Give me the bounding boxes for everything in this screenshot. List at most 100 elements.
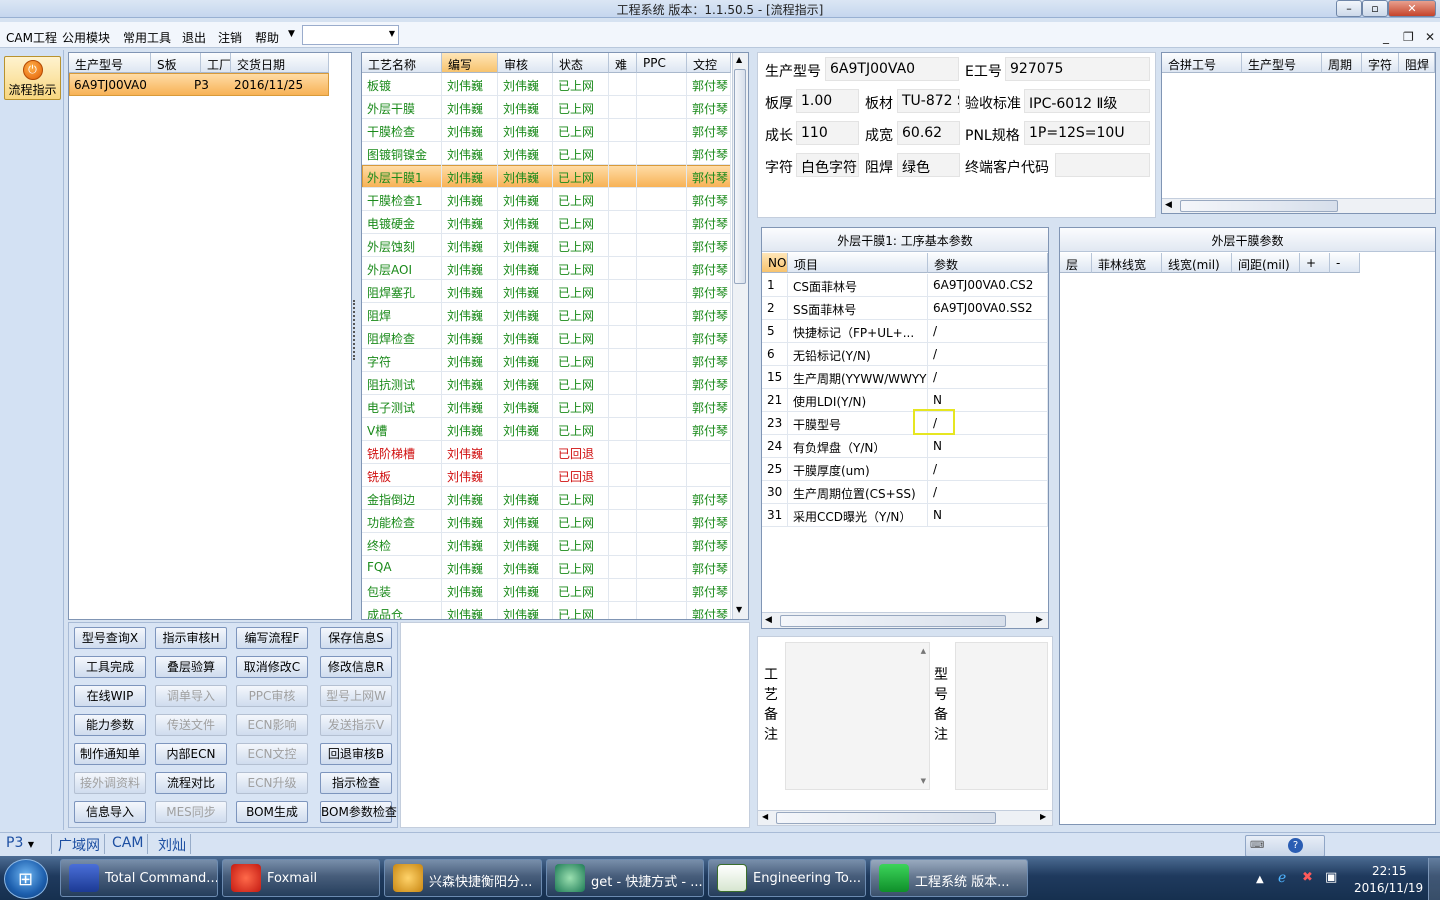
field-pnl[interactable]: 1P=12S=10U [1024, 121, 1150, 145]
close-button[interactable]: ✕ [1388, 0, 1436, 17]
action-button-3-0[interactable]: 能力参数 [74, 714, 146, 736]
param-value[interactable]: / [928, 458, 1048, 481]
arrow-left-icon[interactable]: ◀ [765, 615, 772, 625]
action-button-4-0[interactable]: 制作通知单 [74, 743, 146, 765]
menu-common-tools[interactable]: 常用工具 [123, 29, 171, 46]
action-button-2-3[interactable]: 型号上网W [320, 685, 392, 707]
merge-col-cycle[interactable]: 周期 [1322, 53, 1362, 73]
action-button-3-3[interactable]: 发送指示V [320, 714, 392, 736]
action-button-4-2[interactable]: ECN文控 [236, 743, 308, 765]
action-button-6-2[interactable]: BOM生成 [236, 801, 308, 823]
process-col-ppc[interactable]: PPC [637, 53, 687, 73]
action-button-1-1[interactable]: 叠层验算 [155, 656, 227, 678]
notes-hscroll-thumb[interactable] [776, 812, 996, 824]
flow-guide-button[interactable]: ⏻ 流程指示 [4, 56, 61, 100]
param-value[interactable]: N [928, 389, 1048, 412]
process-col-process[interactable]: 工艺名称 [362, 53, 442, 73]
network-warning-icon[interactable]: ✖ [1302, 870, 1313, 885]
action-button-4-3[interactable]: 回退审核B [320, 743, 392, 765]
action-button-5-0[interactable]: 接外调资料 [74, 772, 146, 794]
order-col-date[interactable]: 交货日期 [231, 53, 329, 73]
mdi-restore-icon[interactable]: ❐ [1403, 30, 1414, 44]
menu-cam[interactable]: CAM工程 [6, 29, 57, 46]
chevron-down-icon[interactable]: ▼ [288, 29, 295, 39]
dryfilm-col-filmwidth[interactable]: 菲林线宽 [1092, 253, 1162, 273]
tray-expand-icon[interactable]: ▲ [1256, 874, 1264, 885]
field-char[interactable]: 白色字符 [796, 153, 859, 177]
menu-exit[interactable]: 退出 [182, 29, 206, 46]
task-xingsen[interactable]: 兴森快捷衡阳分... [384, 859, 542, 897]
help-icon[interactable]: ? [1288, 838, 1303, 853]
param-value[interactable]: / [928, 481, 1048, 504]
field-standard[interactable]: IPC-6012 Ⅱ级 [1024, 89, 1150, 113]
order-col-sboard[interactable]: S板 [151, 53, 201, 73]
merge-hscroll-thumb[interactable] [1180, 200, 1338, 212]
param-value[interactable]: / [928, 320, 1048, 343]
field-length[interactable]: 110 [796, 121, 859, 145]
process-col-status[interactable]: 状态 [553, 53, 609, 73]
action-button-0-2[interactable]: 编写流程F [236, 627, 308, 649]
param-value[interactable]: / [928, 343, 1048, 366]
process-col-writer[interactable]: 编写 [442, 53, 498, 73]
param-value[interactable]: 6A9TJ00VA0.CS2 [928, 274, 1048, 297]
keyboard-icon[interactable]: ⌨ [1250, 840, 1264, 851]
action-button-3-1[interactable]: 传送文件 [155, 714, 227, 736]
action-button-1-3[interactable]: 修改信息R [320, 656, 392, 678]
action-button-2-0[interactable]: 在线WIP [74, 685, 146, 707]
field-width[interactable]: 60.62 [897, 121, 960, 145]
dryfilm-col-layer[interactable]: 层 [1060, 253, 1092, 273]
ie-icon[interactable]: ℯ [1278, 870, 1286, 886]
merge-col-job[interactable]: 合拼工号 [1162, 53, 1242, 73]
param-col-item[interactable]: 项目 [788, 253, 928, 273]
action-button-5-1[interactable]: 流程对比 [155, 772, 227, 794]
action-button-5-2[interactable]: ECN升级 [236, 772, 308, 794]
param-value[interactable]: / [928, 412, 1048, 435]
arrow-down-icon[interactable]: ▼ [736, 605, 742, 614]
monitor-icon[interactable]: ▣ [1325, 870, 1337, 885]
action-button-5-3[interactable]: 指示检查 [320, 772, 392, 794]
menu-combo[interactable]: ▼ [302, 25, 399, 45]
field-thickness[interactable]: 1.00 [796, 89, 859, 113]
task-engineering-system[interactable]: 工程系统 版本... [870, 859, 1028, 897]
menu-public-module[interactable]: 公用模块 [62, 29, 110, 46]
param-hscrollbar[interactable]: ◀ ▶ [762, 612, 1048, 628]
dryfilm-col-linewidth[interactable]: 线宽(mil) [1162, 253, 1232, 273]
dryfilm-add-button[interactable]: + [1300, 253, 1330, 273]
process-vscrollbar[interactable]: ▲ ▼ [732, 53, 748, 619]
action-button-6-3[interactable]: BOM参数检查 [320, 801, 397, 823]
clock-time[interactable]: 22:15 [1372, 864, 1407, 878]
arrow-up-icon[interactable]: ▲ [736, 55, 742, 64]
dryfilm-col-spacing[interactable]: 间距(mil) [1232, 253, 1300, 273]
dryfilm-remove-button[interactable]: - [1330, 253, 1360, 273]
field-e-no[interactable]: 927075 [1005, 57, 1150, 81]
action-button-3-2[interactable]: ECN影响 [236, 714, 308, 736]
param-value[interactable]: 6A9TJ00VA0.SS2 [928, 297, 1048, 320]
arrow-right-icon[interactable]: ▶ [1040, 812, 1046, 821]
language-bar[interactable]: ⌨ ? [1245, 835, 1325, 857]
action-button-0-1[interactable]: 指示审核H [155, 627, 227, 649]
param-value[interactable]: N [928, 435, 1048, 458]
merge-col-char[interactable]: 字符 [1362, 53, 1399, 73]
merge-col-model[interactable]: 生产型号 [1242, 53, 1322, 73]
splitter-handle[interactable] [353, 300, 358, 360]
action-button-1-2[interactable]: 取消修改C [236, 656, 308, 678]
show-desktop-button[interactable] [1428, 858, 1440, 900]
process-col-doc[interactable]: 文控 [687, 53, 731, 73]
arrow-left-icon[interactable]: ◀ [762, 812, 768, 821]
notes-hscrollbar[interactable]: ◀ ▶ [758, 810, 1052, 825]
param-col-value[interactable]: 参数 [928, 253, 1048, 273]
action-button-0-0[interactable]: 型号查询X [74, 627, 146, 649]
merge-hscrollbar[interactable]: ◀ [1162, 198, 1435, 213]
action-button-6-0[interactable]: 信息导入 [74, 801, 146, 823]
field-mask[interactable]: 绿色 [897, 153, 960, 177]
field-cust[interactable] [1055, 153, 1150, 177]
arrow-down-icon[interactable]: ▼ [921, 777, 926, 785]
arrow-right-icon[interactable]: ▶ [1036, 615, 1043, 625]
action-button-2-1[interactable]: 调单导入 [155, 685, 227, 707]
start-button[interactable]: ⊞ [4, 859, 48, 899]
action-button-2-2[interactable]: PPC审核 [236, 685, 308, 707]
menu-logout[interactable]: 注销 [218, 29, 242, 46]
table-row[interactable]: 6A9TJ00VA0 P3 2016/11/25 [69, 73, 329, 96]
minimize-button[interactable]: – [1336, 0, 1362, 17]
task-foxmail[interactable]: Foxmail [222, 859, 380, 897]
